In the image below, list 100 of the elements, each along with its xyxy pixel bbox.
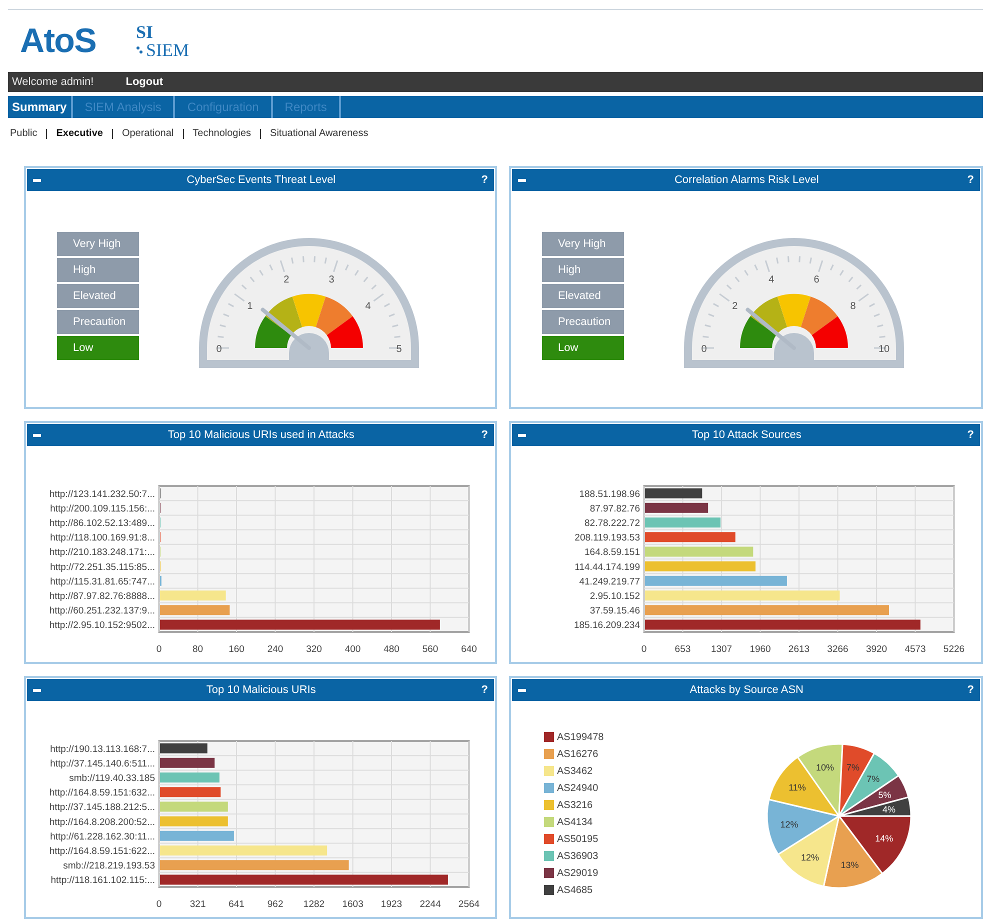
bar xyxy=(160,802,228,812)
category-label: http://190.13.113.168:7... xyxy=(50,744,155,755)
axis-tick-label: 480 xyxy=(384,644,400,655)
gauge-scale-label: 3 xyxy=(328,274,334,286)
axis-tick-label: 0 xyxy=(641,644,647,655)
subnav-link[interactable]: Operational xyxy=(112,129,183,139)
brand-logo: AtoS xyxy=(20,24,96,58)
minus-icon[interactable] xyxy=(518,178,526,182)
slice-label: 12% xyxy=(780,819,798,830)
welcome-text: Welcome admin! xyxy=(12,74,94,90)
threat-level-button[interactable]: Low xyxy=(57,336,139,360)
product-logo-top: SI xyxy=(136,23,154,41)
bar xyxy=(645,488,702,498)
category-label: 188.51.198.96 xyxy=(579,488,640,500)
axis-tick-label: 4573 xyxy=(904,644,926,655)
category-label: http://210.183.248.171:... xyxy=(49,547,155,558)
help-button[interactable]: ? xyxy=(481,172,488,188)
slice-label: 4% xyxy=(882,804,896,814)
category-label: http://164.8.59.151:622... xyxy=(49,846,155,857)
panel-title: Correlation Alarms Risk Level xyxy=(673,172,820,188)
category-label: 82.78.222.72 xyxy=(584,518,640,529)
help-button[interactable]: ? xyxy=(967,426,974,444)
panel-title: CyberSec Events Threat Level xyxy=(186,172,337,188)
axis-tick-label: 653 xyxy=(674,644,691,655)
panel-title: Top 10 Attack Sources xyxy=(690,428,802,443)
category-label: smb://119.40.33.185 xyxy=(69,773,155,784)
legend-label: AS24940 xyxy=(557,782,598,796)
subnav-link[interactable]: Situational Awareness xyxy=(260,129,378,139)
minus-icon[interactable] xyxy=(518,434,526,436)
minus-icon[interactable] xyxy=(33,434,41,436)
legend-label: AS50195 xyxy=(557,832,598,846)
bar xyxy=(645,502,708,513)
legend-label: AS199478 xyxy=(557,730,604,744)
help-button[interactable]: ? xyxy=(481,426,488,444)
gauge-scale-label: 4 xyxy=(365,301,371,312)
axis-tick-label: 2244 xyxy=(420,899,441,910)
legend-label: AS4685 xyxy=(557,884,593,898)
slice-label: 5% xyxy=(878,790,892,800)
subnav-link[interactable]: Public xyxy=(10,129,46,139)
subnav-link[interactable]: Executive xyxy=(46,129,112,139)
category-label: 164.8.59.151 xyxy=(584,547,640,558)
axis-tick-label: 1307 xyxy=(710,644,732,655)
slice-label: 10% xyxy=(816,762,834,773)
axis-tick-label: 320 xyxy=(306,644,322,655)
axis-tick-label: 1603 xyxy=(342,899,364,910)
category-label: http://86.102.52.13:489... xyxy=(49,518,155,529)
gauge-scale-label: 0 xyxy=(216,344,222,355)
gauge-scale-label: 8 xyxy=(850,301,856,312)
gauge-needle xyxy=(746,308,796,350)
gauge-needle xyxy=(260,308,311,350)
minus-icon[interactable] xyxy=(518,688,526,692)
axis-tick-label: 0 xyxy=(156,644,162,655)
logout-link[interactable]: Logout xyxy=(126,74,163,90)
axis-tick-label: 5226 xyxy=(943,644,965,655)
category-label: http://72.251.35.115:85... xyxy=(50,562,155,573)
minus-icon[interactable] xyxy=(33,688,41,692)
help-button[interactable]: ? xyxy=(481,682,488,698)
category-label: http://61.228.162.30:11... xyxy=(50,831,155,842)
bar xyxy=(160,605,230,616)
category-label: http://123.141.232.50:7... xyxy=(49,488,155,500)
category-label: 114.44.174.199 xyxy=(574,562,640,573)
help-button[interactable]: ? xyxy=(967,172,974,188)
panel-title: Top 10 Malicious URIs used in Attacks xyxy=(166,428,356,443)
gauge-scale-label: 10 xyxy=(878,344,890,355)
panel-title: Top 10 Malicious URIs xyxy=(205,682,317,698)
category-label: 41.249.219.77 xyxy=(579,576,640,588)
axis-tick-label: 962 xyxy=(267,899,284,910)
gauge-scale-label: 0 xyxy=(701,344,707,355)
category-label: http://164.8.59.151:632... xyxy=(49,788,155,799)
legend-label: AS16276 xyxy=(557,748,598,762)
axis-tick-label: 321 xyxy=(190,899,206,910)
axis-tick-label: 3266 xyxy=(827,644,848,655)
minus-icon[interactable] xyxy=(33,178,41,182)
legend-label: AS4134 xyxy=(557,816,593,830)
axis-tick-label: 2564 xyxy=(458,899,480,910)
category-label: http://118.100.169.91:8... xyxy=(50,532,155,544)
category-label: http://2.95.10.152:9502... xyxy=(49,620,155,632)
axis-tick-label: 1282 xyxy=(303,899,325,910)
category-label: 208.119.193.53 xyxy=(574,532,640,544)
axis-tick-label: 0 xyxy=(156,899,162,910)
slice-label: 14% xyxy=(875,834,894,844)
axis-tick-label: 640 xyxy=(461,644,477,655)
category-label: http://164.8.208.200:52... xyxy=(49,816,155,828)
category-label: 2.95.10.152 xyxy=(590,591,640,602)
category-label: http://37.145.140.6:511... xyxy=(50,758,155,770)
slice-label: 11% xyxy=(788,782,806,793)
axis-tick-label: 3920 xyxy=(866,644,888,655)
bar xyxy=(160,816,228,826)
category-label: http://87.97.82.76:8888... xyxy=(49,591,155,602)
axis-tick-label: 80 xyxy=(192,644,204,655)
bar xyxy=(160,772,220,782)
category-label: 87.97.82.76 xyxy=(590,503,640,514)
help-button[interactable]: ? xyxy=(967,682,974,698)
axis-tick-label: 160 xyxy=(228,644,244,655)
category-label: http://60.251.232.137:9... xyxy=(49,606,155,617)
slice-label: 12% xyxy=(801,852,820,862)
category-label: http://200.109.115.156:... xyxy=(50,503,155,514)
subnav-link[interactable]: Technologies xyxy=(182,129,260,139)
threat-level-button[interactable]: Low xyxy=(542,336,624,360)
axis-tick-label: 400 xyxy=(344,644,361,655)
